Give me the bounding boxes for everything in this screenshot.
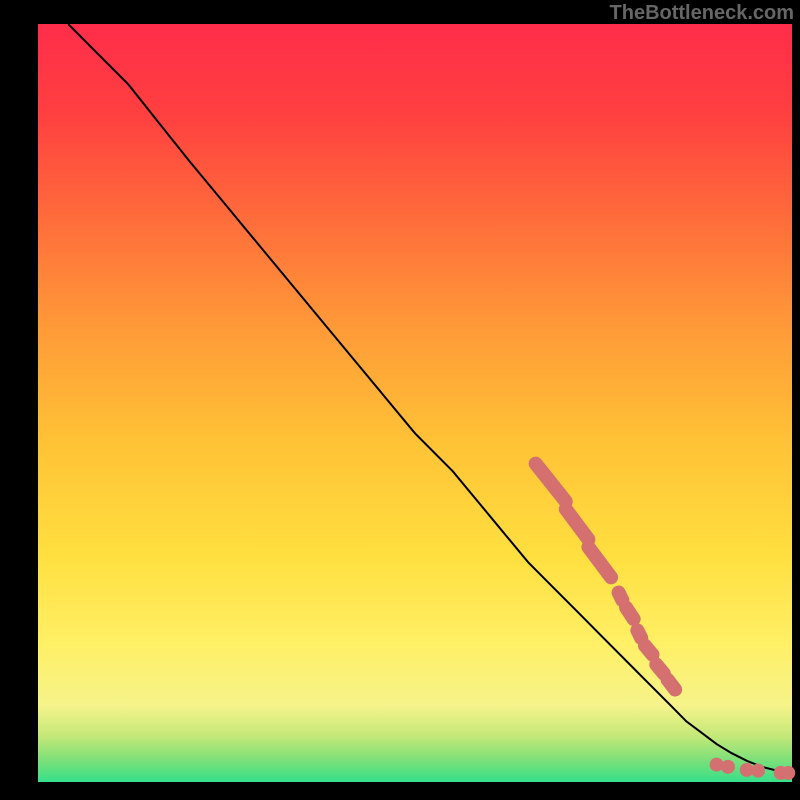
marker-dash bbox=[626, 608, 634, 619]
marker-dash bbox=[668, 680, 676, 690]
gradient-background bbox=[38, 24, 792, 782]
chart-svg bbox=[0, 0, 800, 800]
marker-dot bbox=[781, 766, 795, 780]
marker-dash bbox=[637, 630, 641, 638]
marker-dot bbox=[751, 764, 765, 778]
marker-dash bbox=[619, 593, 623, 601]
marker-dot bbox=[721, 760, 735, 774]
watermark-text: TheBottleneck.com bbox=[610, 2, 794, 25]
marker-dash bbox=[645, 646, 653, 655]
marker-dash bbox=[656, 665, 664, 674]
chart-frame: TheBottleneck.com bbox=[0, 0, 800, 800]
